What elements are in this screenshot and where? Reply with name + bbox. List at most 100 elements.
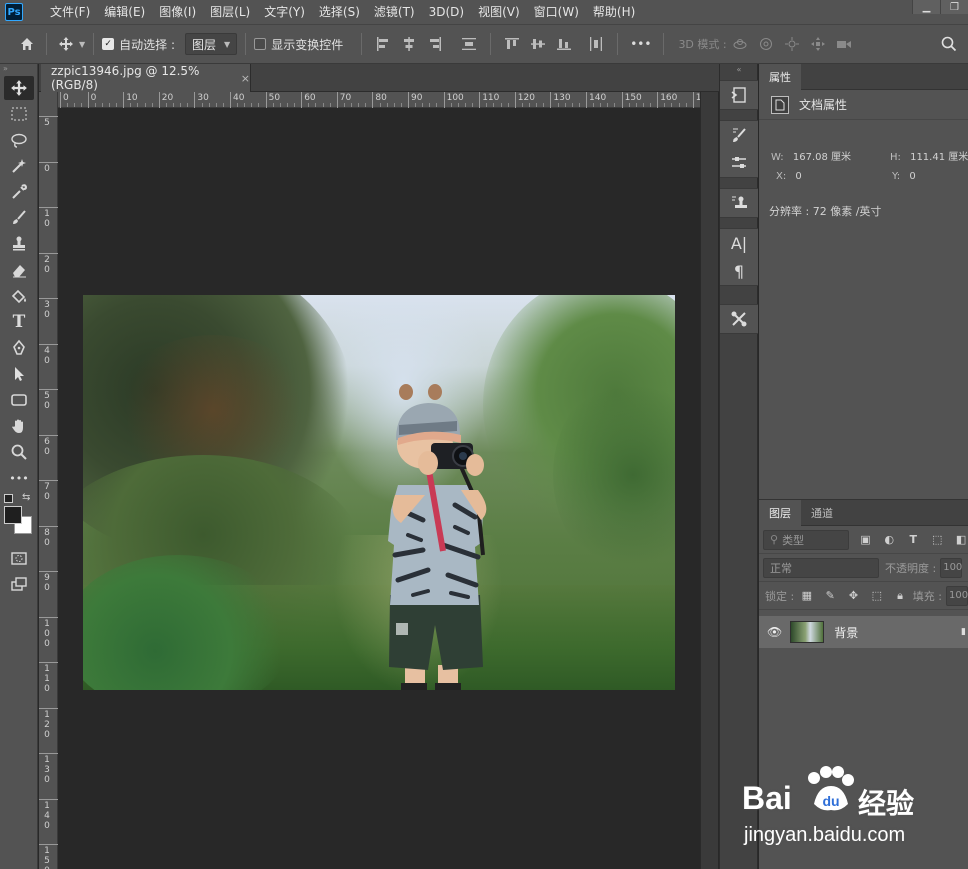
3d-slide-icon[interactable] [805, 33, 831, 55]
lock-position-icon[interactable]: ✥ [847, 589, 860, 603]
visibility-eye-icon[interactable]: 👁︎ [767, 625, 782, 639]
path-selection-tool-icon[interactable] [4, 362, 34, 386]
ruler-tick [39, 343, 58, 345]
rectangle-tool-icon[interactable] [4, 388, 34, 412]
3d-orbit-icon[interactable] [727, 33, 753, 55]
minimize-icon[interactable]: ▁ [912, 0, 940, 14]
move-tool-icon[interactable] [4, 76, 34, 100]
filter-type-icon[interactable]: T [906, 533, 920, 547]
3d-camera-icon[interactable] [831, 33, 857, 55]
restore-icon[interactable]: ❐ [940, 0, 968, 14]
blend-mode-select[interactable]: 正常 [763, 557, 879, 578]
filter-smart-object-icon[interactable]: ◧ [954, 533, 968, 547]
3d-pan-icon[interactable] [779, 33, 805, 55]
default-colors-icon[interactable] [4, 494, 13, 503]
x-value[interactable]: 0 [795, 171, 801, 182]
menu-type[interactable]: 文字(Y) [257, 0, 312, 24]
screen-mode-icon[interactable] [4, 572, 34, 596]
3d-roll-icon[interactable] [753, 33, 779, 55]
filter-adjustment-icon[interactable]: ◐ [882, 533, 896, 547]
menu-image[interactable]: 图像(I) [152, 0, 203, 24]
tab-layers[interactable]: 图层 [759, 500, 801, 526]
menu-layer[interactable]: 图层(L) [203, 0, 257, 24]
lock-paint-icon[interactable]: ✎ [824, 589, 837, 603]
height-value[interactable]: 111.41 厘米 [910, 152, 968, 163]
zoom-tool-icon[interactable] [4, 440, 34, 464]
align-right-edges-icon[interactable] [422, 33, 448, 55]
adjustments-icon[interactable] [720, 149, 758, 177]
stamp-tool-icon[interactable] [4, 232, 34, 256]
brush-group [720, 120, 758, 178]
eraser-tool-icon[interactable] [4, 258, 34, 282]
menu-help[interactable]: 帮助(H) [586, 0, 642, 24]
character-icon[interactable]: A| [720, 229, 758, 257]
brush-settings-icon[interactable] [720, 121, 758, 149]
opacity-input[interactable]: 100 [940, 557, 962, 578]
quick-mask-icon[interactable] [4, 546, 34, 570]
ruler-label: 40 [44, 345, 50, 366]
home-icon[interactable] [16, 33, 38, 55]
menu-3d[interactable]: 3D(D) [422, 0, 471, 24]
magic-wand-tool-icon[interactable] [4, 154, 34, 178]
tool-presets-icon[interactable] [720, 305, 758, 333]
menu-edit[interactable]: 编辑(E) [97, 0, 152, 24]
filter-pixel-icon[interactable]: ▣ [859, 533, 873, 547]
lock-transparent-icon[interactable]: ▦ [800, 589, 813, 603]
show-transform-checkbox[interactable] [254, 38, 267, 50]
hand-tool-icon[interactable] [4, 414, 34, 438]
layer-name[interactable]: 背景 [834, 624, 858, 641]
canvas-area[interactable] [58, 108, 700, 869]
document-tab[interactable]: zzpic13946.jpg @ 12.5%(RGB/8) × [41, 64, 251, 92]
paint-bucket-tool-icon[interactable] [4, 284, 34, 308]
history-icon[interactable] [720, 81, 758, 109]
foreground-color-swatch[interactable] [4, 506, 22, 524]
move-tool-icon[interactable] [55, 33, 77, 55]
collapse-icon[interactable]: » [0, 64, 37, 74]
eyedropper-tool-icon[interactable] [4, 180, 34, 204]
tools-group [720, 304, 758, 334]
vertical-scrollbar[interactable] [700, 92, 718, 869]
width-value[interactable]: 167.08 厘米 [793, 152, 851, 163]
y-value[interactable]: 0 [909, 171, 915, 182]
align-left-edges-icon[interactable] [370, 33, 396, 55]
brush-tool-icon[interactable] [4, 206, 34, 230]
distribute-vertical-icon[interactable] [456, 33, 482, 55]
menu-filter[interactable]: 滤镜(T) [367, 0, 422, 24]
more-tools-icon[interactable]: ••• [4, 466, 34, 490]
clone-source-icon[interactable] [720, 189, 758, 217]
ruler-minor-tick [365, 103, 367, 107]
type-tool-icon[interactable]: T [4, 310, 34, 334]
lasso-tool-icon[interactable] [4, 128, 34, 152]
tab-properties[interactable]: 属性 [759, 64, 801, 90]
menu-file[interactable]: 文件(F) [43, 0, 97, 24]
auto-select-target-dropdown[interactable]: 图层 ▼ [185, 33, 238, 55]
more-options-icon[interactable]: ••• [630, 37, 651, 51]
search-icon[interactable] [938, 33, 960, 55]
paragraph-icon[interactable]: ¶ [720, 257, 758, 285]
align-top-edges-icon[interactable] [499, 33, 525, 55]
align-bottom-edges-icon[interactable] [551, 33, 577, 55]
swap-colors-icon[interactable]: ⇆ [22, 492, 30, 503]
menu-select[interactable]: 选择(S) [312, 0, 367, 24]
align-vertical-centers-icon[interactable] [525, 33, 551, 55]
layer-row-background[interactable]: 👁︎ 背景 ▮ [759, 616, 968, 648]
pen-tool-icon[interactable] [4, 336, 34, 360]
filter-shape-icon[interactable]: ⬚ [930, 533, 944, 547]
marquee-tool-icon[interactable] [4, 102, 34, 126]
layer-filter-select[interactable]: ⚲ 类型 [763, 529, 849, 550]
auto-select-checkbox[interactable]: ✓ [102, 38, 115, 50]
document-image[interactable] [83, 295, 675, 690]
ruler-minor-tick [88, 103, 90, 107]
close-icon[interactable]: × [241, 72, 250, 85]
menu-window[interactable]: 窗口(W) [527, 0, 586, 24]
tab-channels[interactable]: 通道 [801, 500, 843, 526]
align-horizontal-centers-icon[interactable] [396, 33, 422, 55]
distribute-horizontal-icon[interactable] [583, 33, 609, 55]
lock-artboard-icon[interactable]: ⬚ [870, 589, 883, 603]
menu-view[interactable]: 视图(V) [471, 0, 527, 24]
collapse-icon[interactable]: « [720, 64, 758, 76]
move-preset-chevron-icon[interactable]: ▼ [79, 40, 85, 49]
fill-input[interactable]: 100 [945, 585, 968, 606]
ruler-label: 130 [44, 755, 50, 785]
lock-all-icon[interactable]: 🔒︎ [893, 589, 906, 603]
